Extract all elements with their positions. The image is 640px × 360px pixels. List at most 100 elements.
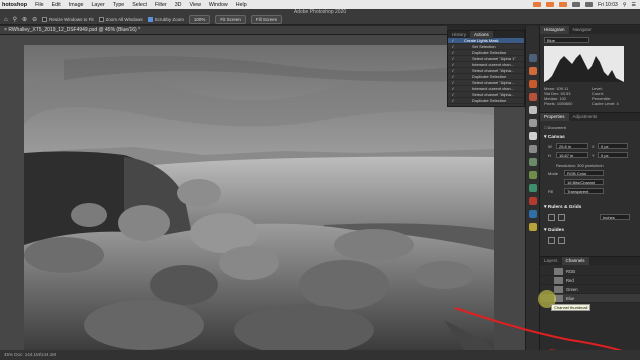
tab-adjustments[interactable]: Adjustments — [569, 113, 602, 121]
play-icon[interactable] — [528, 80, 537, 88]
fit-screen-button[interactable]: Fit Screen — [215, 15, 246, 24]
rulers-grids-header[interactable]: ▾ Rulers & Grids — [544, 205, 581, 210]
plugin-icon[interactable] — [528, 171, 537, 179]
menu-list-icon[interactable]: ☰ — [632, 2, 636, 8]
play-icon[interactable] — [528, 93, 537, 101]
histogram-tabs: Histogram Navigator — [540, 26, 640, 34]
home-icon[interactable]: ⌂ — [4, 17, 8, 23]
plugin-icon[interactable] — [528, 158, 537, 166]
channel-row-green[interactable]: Green — [540, 285, 640, 294]
tab-navigator[interactable]: Navigator — [569, 26, 596, 34]
check-icon[interactable]: ✓ — [448, 86, 458, 91]
menu-edit[interactable]: Edit — [52, 2, 61, 8]
status-icon[interactable] — [546, 2, 555, 7]
channel-row-red[interactable]: Red — [540, 276, 640, 285]
bit-depth-select[interactable]: 16 Bits/Channel — [564, 179, 604, 185]
layer-comps-icon[interactable] — [528, 54, 537, 62]
menu-filter[interactable]: Filter — [155, 2, 167, 8]
action-label: Create Lights Mask — [464, 38, 499, 43]
menu-window[interactable]: Window — [209, 2, 228, 8]
tab-properties[interactable]: Properties — [540, 113, 569, 121]
tab-channels[interactable]: Channels — [561, 257, 589, 265]
resize-windows-option[interactable]: Resize Windows to Fit — [42, 17, 94, 23]
app-name[interactable]: hotoshop — [2, 2, 27, 8]
checkbox-icon[interactable] — [42, 17, 48, 23]
properties-icon[interactable] — [528, 119, 537, 127]
guides-icon[interactable] — [548, 237, 555, 244]
check-icon[interactable]: ✓ — [448, 68, 458, 73]
check-icon[interactable]: ✓ — [448, 44, 458, 49]
grid-icon[interactable] — [558, 214, 565, 221]
check-icon[interactable]: ✓ — [448, 50, 458, 55]
action-label: Intersect current chan... — [472, 62, 515, 67]
menu-type[interactable]: Type — [113, 2, 124, 8]
battery-icon[interactable] — [585, 2, 594, 7]
guides-header[interactable]: ▾ Guides — [544, 228, 564, 233]
search-icon[interactable]: ⚲ — [623, 2, 627, 8]
plugin-icon[interactable] — [528, 210, 537, 218]
menu-image[interactable]: Image — [69, 2, 84, 8]
check-icon[interactable]: ✓ — [448, 80, 458, 85]
wifi-icon[interactable] — [572, 2, 581, 7]
zoom-tool-icon[interactable]: ⚲ — [13, 16, 17, 23]
channel-row-rgb[interactable]: RGB — [540, 267, 640, 276]
check-icon[interactable]: ✓ — [448, 92, 458, 97]
histogram-stats-right: Level: Count: Percentile: Cache Level: 4 — [592, 86, 619, 106]
close-icon[interactable]: × — [4, 27, 7, 33]
tab-layers[interactable]: Layers — [540, 257, 562, 265]
zoom-100-button[interactable]: 100% — [188, 15, 211, 24]
x-value: 0 px — [601, 144, 609, 149]
fill-select[interactable]: Transparent — [564, 188, 604, 194]
channel-name: Red — [566, 277, 574, 283]
document-image[interactable] — [24, 45, 494, 350]
scrubby-zoom-option[interactable]: Scrubby Zoom — [147, 17, 184, 23]
check-icon[interactable]: ✓ — [448, 74, 458, 79]
clock[interactable]: Fri 10:03 — [598, 2, 618, 8]
plugin-icon[interactable] — [528, 184, 537, 192]
x-field[interactable]: 0 px — [598, 143, 628, 149]
status-icon[interactable] — [533, 2, 542, 7]
status-bar: 45% Doc: 144.1M/144.1M — [0, 350, 640, 360]
resolution-text: Resolution: 300 pixels/inch — [556, 163, 604, 168]
menu-file[interactable]: File — [35, 2, 44, 8]
fill-screen-button[interactable]: Fill Screen — [250, 15, 283, 24]
info-icon[interactable] — [528, 106, 537, 114]
zoom-out-icon[interactable]: ⊖ — [32, 16, 37, 23]
plugin-icon[interactable] — [528, 223, 537, 231]
checkbox-checked-icon[interactable] — [147, 17, 153, 23]
channel-thumbnail — [554, 267, 563, 275]
check-icon[interactable]: ✓ — [448, 98, 458, 103]
status-icon[interactable] — [559, 2, 568, 7]
y-field[interactable]: 0 px — [598, 152, 628, 158]
fill-value: Transparent — [567, 189, 589, 194]
ruler-icon[interactable] — [548, 214, 555, 221]
width-field[interactable]: 25.8 in — [556, 143, 588, 149]
menu-view[interactable]: View — [190, 2, 201, 8]
menu-select[interactable]: Select — [132, 2, 147, 8]
brush-icon[interactable] — [528, 145, 537, 153]
units-select[interactable]: Inches — [600, 214, 630, 220]
height-field[interactable]: 16.67 in — [556, 152, 588, 158]
smart-guides-icon[interactable] — [558, 237, 565, 244]
plugin-icon[interactable] — [528, 197, 537, 205]
menu-layer[interactable]: Layer — [91, 2, 104, 8]
action-label: Intersect current chan... — [472, 86, 515, 91]
swatches-icon[interactable] — [528, 132, 537, 140]
check-icon[interactable]: ✓ — [448, 56, 458, 61]
histogram-channel-select[interactable]: Blue — [544, 37, 589, 43]
canvas-header[interactable]: ▾ Canvas — [544, 135, 565, 140]
tab-histogram[interactable]: Histogram — [540, 26, 569, 34]
play-icon[interactable] — [528, 67, 537, 75]
checkbox-icon[interactable] — [98, 17, 104, 23]
action-item[interactable]: ✓ Duplicate Selection — [448, 98, 524, 104]
zoom-in-icon[interactable]: ⊕ — [22, 16, 27, 23]
fill-label: Fill — [548, 189, 554, 194]
mode-select[interactable]: RGB Color — [564, 170, 604, 176]
menu-3d[interactable]: 3D — [175, 2, 182, 8]
zoom-all-option[interactable]: Zoom All Windows — [98, 17, 143, 23]
check-icon[interactable]: ✓ — [448, 62, 458, 67]
document-tab[interactable]: × RWhalley_XT5_2019_12_DSF4949.psd @ 45%… — [0, 26, 447, 35]
check-icon[interactable]: ✓ — [448, 38, 458, 43]
menu-help[interactable]: Help — [236, 2, 247, 8]
w-label: W — [548, 144, 552, 149]
